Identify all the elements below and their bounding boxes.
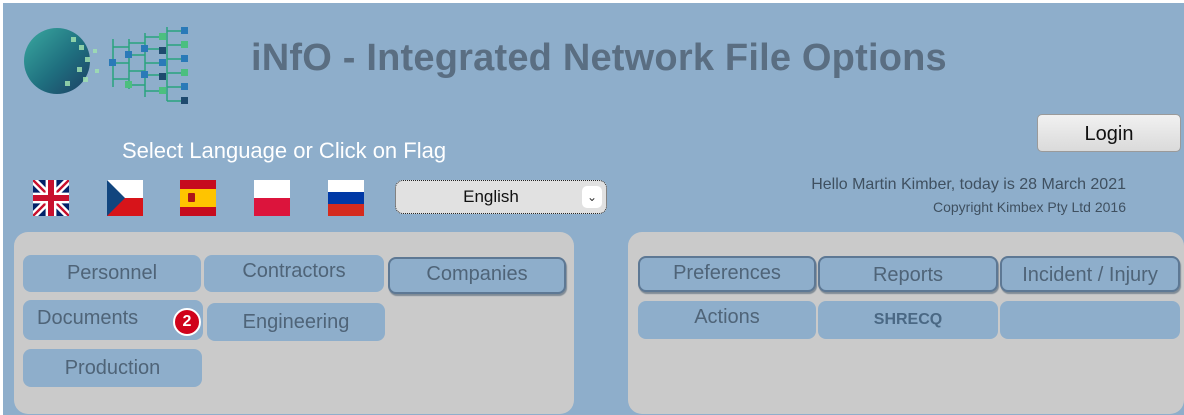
language-select-value: English — [463, 187, 519, 206]
poland-flag-icon[interactable] — [254, 180, 290, 216]
spain-flag-icon[interactable] — [180, 180, 216, 216]
language-prompt: Select Language or Click on Flag — [122, 138, 447, 163]
engineering-button[interactable]: Engineering — [207, 303, 385, 341]
app-window: iNfO - Integrated Network File Options L… — [3, 3, 1184, 415]
actions-button[interactable]: Actions — [638, 301, 816, 339]
production-button[interactable]: Production — [23, 349, 202, 387]
reports-button[interactable]: Reports — [818, 256, 998, 292]
documents-label: Documents — [37, 307, 139, 329]
app-title: iNfO - Integrated Network File Options — [251, 37, 947, 79]
uk-flag-icon[interactable] — [33, 180, 69, 216]
personnel-button[interactable]: Personnel — [23, 255, 201, 292]
companies-button[interactable]: Companies — [388, 257, 566, 294]
empty-menu-button[interactable] — [1000, 301, 1180, 339]
documents-button[interactable]: Documents 2 — [23, 300, 203, 340]
main-menu-panel: Personnel Contractors Companies Document… — [14, 232, 574, 414]
tools-menu-panel: Preferences Reports Incident / Injury Ac… — [628, 232, 1184, 414]
copyright-text: Copyright Kimbex Pty Ltd 2016 — [933, 199, 1126, 215]
russia-flag-icon[interactable] — [328, 180, 364, 216]
shrecq-button[interactable]: SHRECQ — [818, 301, 998, 339]
logo-icon — [21, 17, 201, 109]
user-greeting: Hello Martin Kimber, today is 28 March 2… — [811, 176, 1126, 193]
czech-flag-icon[interactable] — [107, 180, 143, 216]
incident-injury-button[interactable]: Incident / Injury — [1000, 256, 1180, 292]
login-button[interactable]: Login — [1037, 114, 1181, 152]
preferences-button[interactable]: Preferences — [638, 256, 816, 292]
contractors-button[interactable]: Contractors — [204, 255, 384, 292]
language-select[interactable]: English ⌄ — [395, 180, 607, 214]
documents-notification-badge: 2 — [173, 308, 201, 336]
chevron-down-icon: ⌄ — [582, 186, 602, 208]
